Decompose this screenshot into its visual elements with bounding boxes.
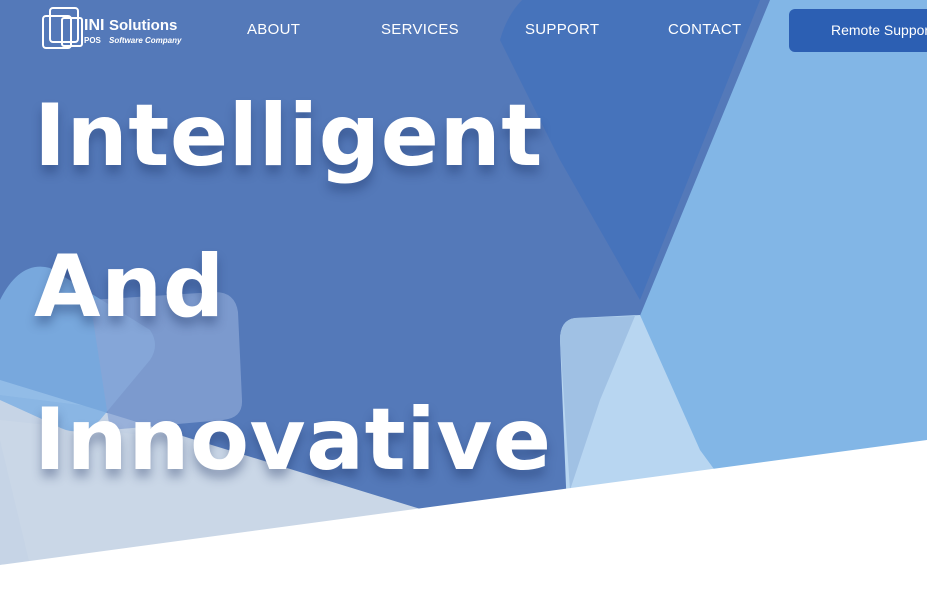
hero-section: INI POS Solutions Software Company ABOUT… [0,0,927,597]
hero-headline-line-3: Innovative [34,390,552,490]
nav-link-about[interactable]: ABOUT [247,21,300,39]
logo-tagline: Software Company [109,36,182,45]
logo-mark-icon [42,7,83,49]
brand-logo[interactable]: INI POS Solutions Software Company [40,6,190,52]
remote-support-button[interactable]: Remote Support [789,9,927,52]
nav-link-services[interactable]: SERVICES [381,21,459,39]
nav-link-support[interactable]: SUPPORT [525,21,599,39]
logo-solutions-text: Solutions [109,17,178,34]
logo-ini-text: INI [84,17,105,34]
hero-headline-line-1: Intelligent [34,86,543,186]
nav-link-contact[interactable]: CONTACT [668,21,741,39]
hero-headline-line-2: And [34,237,225,337]
site-header: INI POS Solutions Software Company ABOUT… [0,0,927,64]
logo-pos-text: POS [84,36,101,45]
